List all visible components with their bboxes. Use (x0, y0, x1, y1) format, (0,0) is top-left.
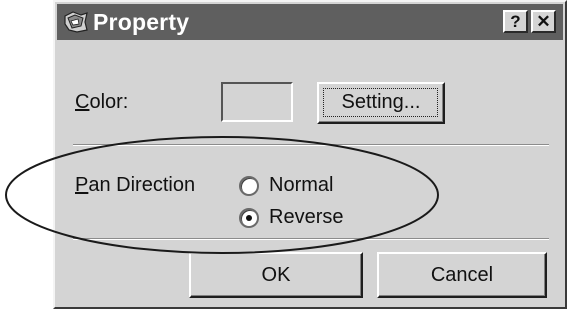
separator-bottom (73, 238, 549, 240)
focus-rect (323, 88, 438, 117)
color-label-rest: olor: (89, 91, 129, 113)
setting-button[interactable]: Setting... (317, 82, 445, 124)
radio-normal-label[interactable]: Normal (269, 173, 333, 197)
radio-reverse-circle[interactable] (239, 208, 259, 228)
pan-direction-label: Pan Direction (75, 173, 195, 197)
pan-direction-label-rest: an Direction (88, 174, 196, 196)
cancel-button-label: Cancel (430, 264, 494, 286)
close-icon: ✕ (536, 12, 551, 31)
window-title: Property (93, 9, 190, 35)
radio-selected-dot (246, 215, 252, 221)
pan-direction-label-mnemonic: P (75, 174, 89, 196)
color-label: Color: (75, 90, 128, 114)
property-dialog: Property ? ✕ Color: Setting... Pan Direc… (53, 0, 567, 309)
color-label-mnemonic: C (75, 91, 90, 113)
title-bar[interactable]: Property ? ✕ (57, 4, 563, 40)
close-button[interactable]: ✕ (531, 10, 556, 33)
help-icon: ? (510, 12, 521, 31)
app-icon (64, 11, 88, 33)
color-swatch (221, 82, 293, 122)
ok-button[interactable]: OK (189, 252, 363, 298)
ok-button-label: OK (261, 264, 291, 286)
cancel-button[interactable]: Cancel (377, 252, 547, 298)
help-button[interactable]: ? (503, 10, 528, 33)
separator-top (73, 144, 549, 146)
radio-reverse-label[interactable]: Reverse (269, 205, 343, 229)
radio-normal-circle[interactable] (239, 176, 259, 196)
